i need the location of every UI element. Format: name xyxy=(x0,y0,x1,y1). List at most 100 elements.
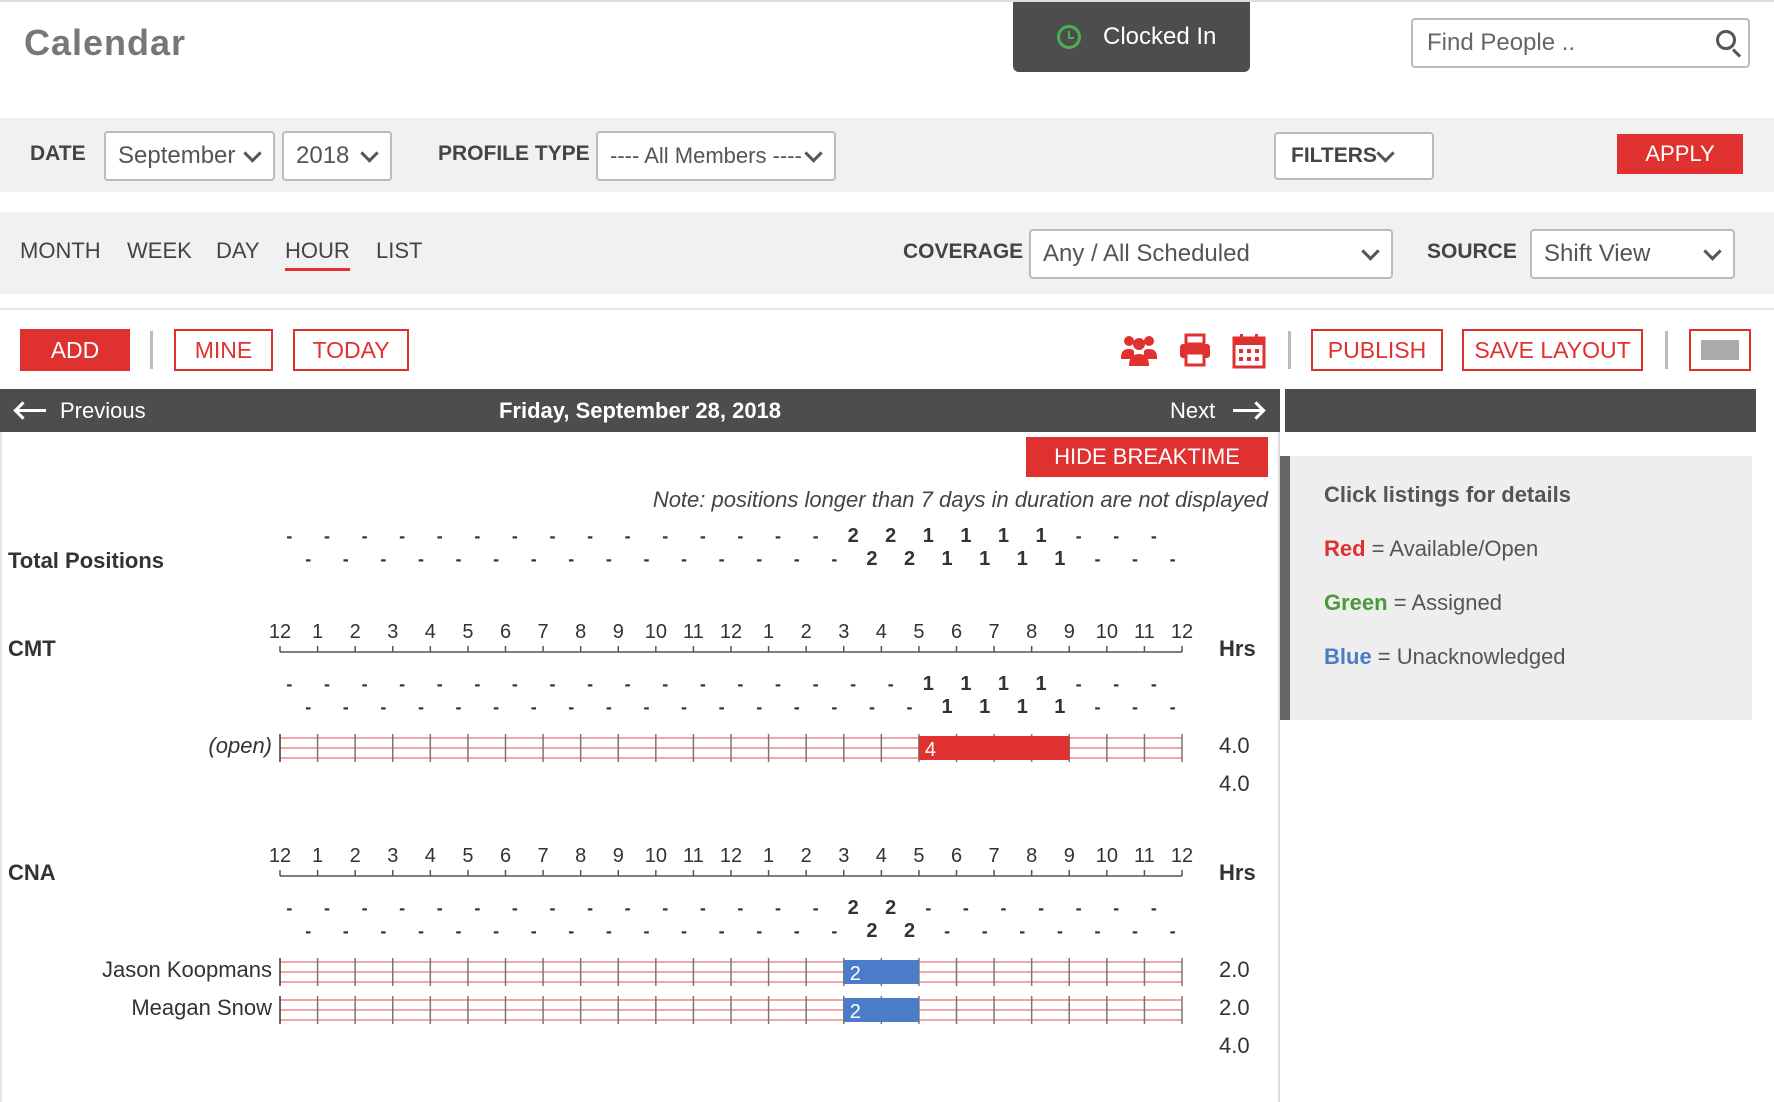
count-dash: - xyxy=(625,674,631,694)
count-dash: - xyxy=(643,921,649,941)
row-label-jason-koopmans: Jason Koopmans xyxy=(102,957,272,982)
shift-row-open[interactable]: 4 xyxy=(270,732,1200,762)
year-value: 2018 xyxy=(296,142,350,169)
count-dash: - xyxy=(1170,549,1176,569)
publish-button[interactable]: PUBLISH xyxy=(1311,329,1443,371)
page-title: Calendar xyxy=(24,22,187,63)
count-dash: - xyxy=(737,898,743,918)
count-dash: - xyxy=(474,526,480,546)
hour-axis: 12 1 2 3 4 5 6 7 8 9 10 11 12 1 2 3 4 5 6 7 8 9 10 11 12 xyxy=(269,621,1193,653)
tab-day[interactable]: DAY xyxy=(216,238,260,264)
count-dash: - xyxy=(756,549,762,569)
count-dash: - xyxy=(625,526,631,546)
count-dash: - xyxy=(662,898,668,918)
group-users-icon[interactable] xyxy=(1120,333,1158,367)
hour-tick-label: 2 xyxy=(801,845,812,867)
count-dash: - xyxy=(737,674,743,694)
count-dash: - xyxy=(380,549,386,569)
count-dash: - xyxy=(719,549,725,569)
chevron-down-icon xyxy=(360,144,379,163)
count-dash: - xyxy=(456,921,462,941)
mine-button[interactable]: MINE xyxy=(174,329,273,371)
layout-toggle-button[interactable] xyxy=(1689,329,1751,371)
count-dash: - xyxy=(568,549,574,569)
legend-key-green: Green xyxy=(1324,590,1388,615)
count-dash: - xyxy=(512,526,518,546)
count-value: 2 xyxy=(848,525,859,547)
tab-list[interactable]: LIST xyxy=(376,238,422,264)
count-dash: - xyxy=(531,921,537,941)
hour-tick-label: 12 xyxy=(1171,845,1193,867)
calendar-icon[interactable] xyxy=(1232,333,1266,369)
source-select[interactable]: Shift View xyxy=(1530,229,1735,279)
search-icon[interactable] xyxy=(1716,30,1736,50)
hour-tick-label: 9 xyxy=(613,621,624,643)
count-dash: - xyxy=(925,898,931,918)
search-input[interactable] xyxy=(1413,20,1693,66)
count-dash: - xyxy=(944,921,950,941)
filters-button[interactable]: FILTERS xyxy=(1274,132,1434,180)
count-dash: - xyxy=(982,921,988,941)
add-button[interactable]: ADD xyxy=(20,329,130,371)
count-dash: - xyxy=(1113,898,1119,918)
apply-button[interactable]: APPLY xyxy=(1617,134,1743,174)
hour-tick-label: 5 xyxy=(462,621,473,643)
count-dash: - xyxy=(399,898,405,918)
legend-panel: Click listings for details Red = Availab… xyxy=(1280,456,1752,720)
hour-tick-label: 1 xyxy=(763,845,774,867)
save-layout-button[interactable]: SAVE LAYOUT xyxy=(1462,329,1643,371)
count-value: 2 xyxy=(904,548,915,570)
count-dash: - xyxy=(869,697,875,717)
hour-tick-label: 3 xyxy=(838,845,849,867)
count-dash: - xyxy=(1094,697,1100,717)
chevron-down-icon xyxy=(804,144,823,163)
count-value: 1 xyxy=(1036,673,1047,695)
count-dash: - xyxy=(1151,526,1157,546)
count-dash: - xyxy=(549,674,555,694)
clock-status-button[interactable]: Clocked In xyxy=(1013,2,1250,72)
hour-tick-label: 12 xyxy=(269,621,291,643)
hour-axis: 12 1 2 3 4 5 6 7 8 9 10 11 12 1 2 3 4 5 6 7 8 9 10 11 12 xyxy=(269,845,1193,877)
profile-type-select[interactable]: ---- All Members ---- xyxy=(596,131,836,181)
month-select[interactable]: September xyxy=(104,131,275,181)
count-dash: - xyxy=(1132,549,1138,569)
hour-tick-label: 4 xyxy=(876,845,887,867)
count-dash: - xyxy=(850,674,856,694)
profile-type-value: ---- All Members ---- xyxy=(610,143,802,168)
count-value: 1 xyxy=(1054,696,1065,718)
tab-month[interactable]: MONTH xyxy=(20,238,101,264)
year-select[interactable]: 2018 xyxy=(282,131,392,181)
count-dash: - xyxy=(531,549,537,569)
printer-icon[interactable] xyxy=(1178,333,1212,367)
shift-block[interactable] xyxy=(918,736,1070,760)
count-dash: - xyxy=(1151,898,1157,918)
count-dash: - xyxy=(343,697,349,717)
tab-week[interactable]: WEEK xyxy=(127,238,192,264)
hour-tick-label: 1 xyxy=(763,621,774,643)
shift-row-meagan-snow[interactable]: 2 xyxy=(270,994,1200,1024)
hour-tick-label: 2 xyxy=(801,621,812,643)
count-dash: - xyxy=(719,921,725,941)
shift-row-jason-koopmans[interactable]: 2 xyxy=(270,956,1200,986)
legend-item-blue: Blue = Unacknowledged xyxy=(1324,644,1566,670)
month-value: September xyxy=(118,142,236,169)
coverage-select[interactable]: Any / All Scheduled xyxy=(1029,229,1393,279)
hour-tick-label: 8 xyxy=(575,845,586,867)
count-dash: - xyxy=(775,526,781,546)
count-dash: - xyxy=(606,549,612,569)
hide-breaktime-button[interactable]: HIDE BREAKTIME xyxy=(1026,437,1268,477)
count-dash: - xyxy=(1113,674,1119,694)
count-value: 1 xyxy=(1054,548,1065,570)
count-dash: - xyxy=(1170,921,1176,941)
tab-hour[interactable]: HOUR xyxy=(285,238,350,271)
count-dash: - xyxy=(437,898,443,918)
today-button[interactable]: TODAY xyxy=(293,329,409,371)
legend-item-green: Green = Assigned xyxy=(1324,590,1502,616)
count-dash: - xyxy=(568,921,574,941)
arrow-right-icon[interactable] xyxy=(1233,409,1263,412)
next-link[interactable]: Next xyxy=(1170,398,1215,424)
count-dash: - xyxy=(606,921,612,941)
top-rule xyxy=(0,0,1774,2)
count-dash: - xyxy=(418,697,424,717)
count-dash: - xyxy=(1076,674,1082,694)
